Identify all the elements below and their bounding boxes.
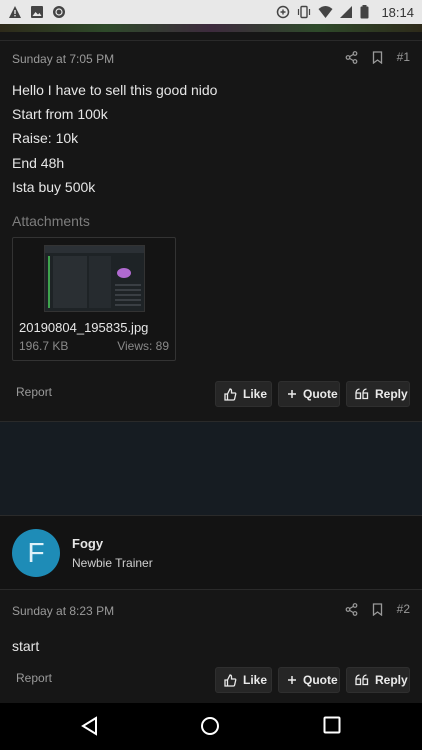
like-label: Like <box>243 387 268 401</box>
report-link[interactable]: Report <box>16 385 52 399</box>
home-icon[interactable] <box>200 716 220 741</box>
bookmark-icon[interactable] <box>372 602 383 616</box>
post-body: Hello I have to sell this good nido Star… <box>12 78 217 199</box>
plus-icon <box>287 389 297 399</box>
post-2: Sunday at 8:23 PM #2 start Report Like Q… <box>0 590 422 703</box>
reply-button[interactable]: Reply <box>346 381 410 407</box>
attachments-title: Attachments <box>12 213 90 229</box>
image-icon <box>30 5 44 19</box>
quote-button[interactable]: Quote <box>278 381 340 407</box>
post-body: start <box>12 638 40 654</box>
share-icon[interactable] <box>345 50 358 64</box>
wifi-icon <box>318 5 333 19</box>
post-1: Sunday at 7:05 PM #1 Hello I have to sel… <box>0 41 422 421</box>
quote-marks-icon <box>355 674 369 686</box>
attachment-thumbnail[interactable] <box>44 245 145 312</box>
signal-icon <box>339 5 353 19</box>
avatar[interactable]: F <box>12 529 60 577</box>
divider <box>0 32 422 41</box>
bookmark-icon[interactable] <box>372 50 383 64</box>
like-button[interactable]: Like <box>215 667 272 693</box>
status-bar: 18:14 <box>0 0 422 24</box>
thumbs-up-icon <box>224 673 237 687</box>
post-line: Ista buy 500k <box>12 178 96 195</box>
quote-button[interactable]: Quote <box>278 667 340 693</box>
sync-icon <box>52 5 66 19</box>
post-line: Raise: 10k <box>12 130 79 147</box>
attachment-views: Views: 89 <box>117 339 169 353</box>
attachment-size: 196.7 KB <box>19 339 69 353</box>
battery-icon <box>360 5 374 19</box>
quote-label: Quote <box>303 387 338 401</box>
author-name[interactable]: Fogy <box>72 536 103 551</box>
navigation-bar <box>0 703 422 750</box>
share-icon[interactable] <box>345 602 358 616</box>
post-number[interactable]: #1 <box>397 50 410 64</box>
author-block: F Fogy Newbie Trainer <box>0 516 422 590</box>
quote-marks-icon <box>355 388 369 400</box>
reply-button[interactable]: Reply <box>346 667 410 693</box>
post-line: Start from 100k <box>12 106 108 123</box>
warning-icon <box>8 5 22 19</box>
thumbs-up-icon <box>224 387 237 401</box>
post-line: End 48h <box>12 154 65 171</box>
reply-label: Reply <box>375 387 408 401</box>
post-number[interactable]: #2 <box>397 602 410 616</box>
quote-label: Quote <box>303 673 338 687</box>
post-line: Hello I have to sell this good nido <box>12 82 218 98</box>
clock: 18:14 <box>381 4 414 20</box>
post-timestamp[interactable]: Sunday at 8:23 PM <box>12 604 114 618</box>
recents-icon[interactable] <box>323 716 341 739</box>
author-title: Newbie Trainer <box>72 556 153 570</box>
like-button[interactable]: Like <box>215 381 272 407</box>
post-separator <box>0 421 422 516</box>
attachment-card[interactable]: 20190804_195835.jpg 196.7 KB Views: 89 <box>12 237 176 361</box>
back-icon[interactable] <box>80 716 100 741</box>
plus-icon <box>287 675 297 685</box>
report-link[interactable]: Report <box>16 671 52 685</box>
previous-content-edge <box>0 24 422 32</box>
attachment-filename[interactable]: 20190804_195835.jpg <box>19 320 148 335</box>
data-saver-icon <box>276 5 290 19</box>
post-timestamp[interactable]: Sunday at 7:05 PM <box>12 52 114 66</box>
reply-label: Reply <box>375 673 408 687</box>
like-label: Like <box>243 673 268 687</box>
vibrate-icon <box>297 5 311 19</box>
